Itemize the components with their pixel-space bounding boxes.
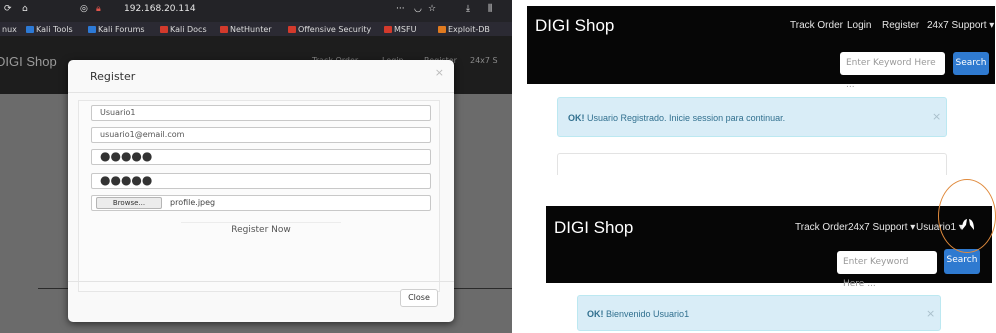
nav-support[interactable]: 24x7 S: [470, 56, 498, 65]
site-navbar-logged-out: DIGI Shop Track Order Login Register 24x…: [527, 6, 995, 90]
nethunter-icon: [220, 26, 228, 33]
file-name: profile.jpeg: [170, 198, 216, 207]
bookmark-item[interactable]: Offensive Security: [288, 25, 371, 34]
browse-button[interactable]: Browse...: [96, 197, 162, 209]
url-bar[interactable]: 192.168.20.114: [124, 4, 196, 14]
offsec-icon: [288, 26, 296, 33]
browser-toolbar: ⟳ ⌂ ◎ 🔒︎ 192.168.20.114 ··· ◡ ☆ ⤓ ⫼: [0, 0, 512, 22]
page-actions-icon[interactable]: ···: [396, 4, 405, 14]
nav-register[interactable]: Register: [882, 20, 919, 31]
register-screenshot: ⟳ ⌂ ◎ 🔒︎ 192.168.20.114 ··· ◡ ☆ ⤓ ⫼ nux …: [0, 0, 512, 333]
bookmark-star-icon[interactable]: ☆: [428, 4, 436, 14]
register-modal: Register × Usuario1 usuario1@email.com ●…: [68, 60, 454, 322]
search-button[interactable]: Search: [944, 249, 980, 274]
brand-logo[interactable]: DIGI Shop: [535, 16, 614, 36]
downloads-icon[interactable]: ⤓: [466, 4, 470, 14]
nav-support-dropdown[interactable]: 24x7 Support ▾: [927, 20, 994, 31]
register-now-button[interactable]: Register Now: [181, 222, 341, 238]
docs-icon: [160, 26, 168, 33]
pocket-icon[interactable]: ◡: [414, 4, 422, 14]
library-icon[interactable]: ⫼: [488, 4, 492, 14]
lock-icon: 🔒︎: [96, 4, 101, 14]
bookmark-item[interactable]: MSFU: [384, 25, 416, 34]
search-input[interactable]: Enter Keyword Here ...: [837, 251, 937, 289]
bookmark-item[interactable]: Kali Tools: [26, 25, 73, 34]
alert-ok: OK!: [568, 113, 585, 123]
profile-file-input[interactable]: Browse... profile.jpeg: [91, 195, 431, 211]
nav-login[interactable]: Login: [847, 20, 871, 31]
password-field[interactable]: ●●●●●: [91, 149, 431, 165]
alert-message: OK! Usuario Registrado. Inicie session p…: [568, 113, 785, 123]
alert-text: Usuario Registrado. Inicie session para …: [587, 113, 786, 123]
alert-ok: OK!: [587, 309, 604, 319]
alert-text: Bienvenido Usuario1: [606, 309, 690, 319]
kali-icon: [26, 26, 34, 33]
kali-icon: [88, 26, 96, 33]
alert-message: OK! Bienvenido Usuario1: [587, 309, 689, 319]
msfu-icon: [384, 26, 392, 33]
alert-close-icon[interactable]: ×: [926, 307, 935, 320]
brand-logo[interactable]: DIGI Shop: [554, 218, 633, 238]
search-button[interactable]: Search: [953, 52, 989, 75]
reload-icon[interactable]: ⟳: [4, 4, 12, 14]
bookmark-item[interactable]: nux: [2, 25, 17, 34]
divider: [68, 92, 454, 93]
shield-icon: ◎: [80, 4, 88, 14]
bookmark-item[interactable]: NetHunter: [220, 25, 272, 34]
search-input[interactable]: Enter Keyword Here ...: [840, 52, 945, 90]
email-field[interactable]: usuario1@email.com: [91, 127, 431, 143]
register-form: Usuario1 usuario1@email.com ●●●●● ●●●●● …: [78, 100, 440, 292]
nav-track-order[interactable]: Track Order: [795, 222, 848, 233]
brand-logo[interactable]: DIGI Shop: [0, 54, 57, 69]
username-field[interactable]: Usuario1: [91, 105, 431, 121]
exploitdb-icon: [438, 26, 446, 33]
bookmark-item[interactable]: Kali Forums: [88, 25, 145, 34]
home-icon[interactable]: ⌂: [22, 4, 28, 14]
welcome-alert: OK! Bienvenido Usuario1 ×: [577, 295, 941, 331]
alert-close-icon[interactable]: ×: [932, 110, 941, 123]
highlight-circle: [938, 179, 996, 253]
content-panel: [557, 153, 947, 175]
bookmark-item[interactable]: Kali Docs: [160, 25, 207, 34]
site-navbar-logged-in: DIGI Shop Track Order 24x7 Support ▾ Usu…: [546, 206, 992, 289]
nav-support-dropdown[interactable]: 24x7 Support ▾: [848, 222, 915, 233]
confirm-password-field[interactable]: ●●●●●: [91, 173, 431, 189]
modal-close-icon[interactable]: ×: [435, 66, 444, 79]
success-alert: OK! Usuario Registrado. Inicie session p…: [557, 97, 947, 137]
modal-title: Register: [90, 70, 136, 83]
divider: [68, 281, 454, 282]
nav-track-order[interactable]: Track Order: [790, 20, 843, 31]
bookmark-item[interactable]: Exploit-DB: [438, 25, 490, 34]
close-button[interactable]: Close: [400, 289, 438, 307]
